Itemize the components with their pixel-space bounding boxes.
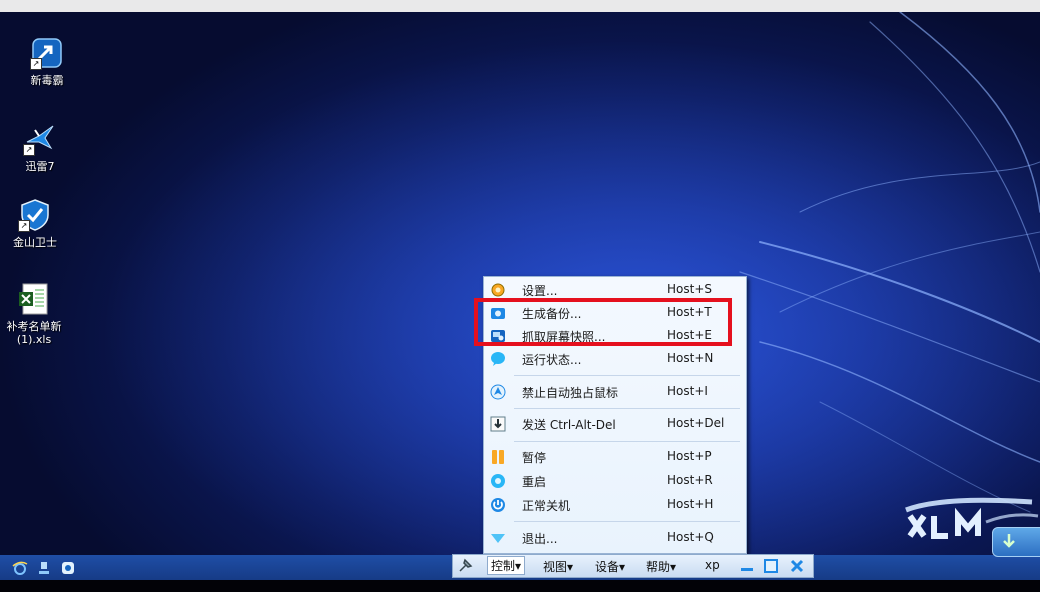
shield-arrow-icon: ↗: [30, 36, 64, 70]
menu-item-label: 设置...: [522, 284, 558, 298]
menu-separator: [514, 521, 740, 522]
menu-item-label: 禁止自动独占鼠标: [522, 386, 619, 400]
menu-item-label: 运行状态...: [522, 353, 582, 367]
pin-icon[interactable]: [457, 558, 473, 574]
menu-separator: [514, 375, 740, 376]
minimize-icon[interactable]: [739, 558, 755, 574]
shield-check-icon: ↗: [18, 198, 52, 232]
toolbar-menu-control[interactable]: 控制▾: [487, 556, 526, 575]
menu-item-exit[interactable]: 退出... Host+Q: [484, 527, 746, 549]
bird-icon: ↗: [23, 122, 57, 156]
desktop-icon-jinshan-guard[interactable]: ↗ 金山卫士: [0, 198, 70, 249]
menu-item-run-status[interactable]: 运行状态... Host+N: [484, 348, 746, 370]
desktop-icon-label: (1).xls: [16, 333, 52, 346]
keyboard-send-icon: [490, 416, 506, 432]
menu-item-disable-mouse-capture[interactable]: 禁止自动独占鼠标 Host+I: [484, 381, 746, 403]
pause-icon: [490, 449, 506, 465]
vm-toolbar: 控制▾ 视图▾ 设备▾ 帮助▾ xp: [452, 554, 814, 578]
menu-item-shortcut: Host+N: [667, 351, 714, 365]
exit-icon: [490, 530, 506, 546]
menu-item-label: 重启: [522, 475, 547, 489]
menu-separator: [514, 441, 740, 442]
desktop-icon-new-toxin[interactable]: ↗ 新毒霸: [12, 36, 82, 87]
bottom-bezel: [0, 580, 1040, 592]
download-arrow-icon: [1003, 534, 1015, 548]
toolbar-menu-view[interactable]: 视图▾: [543, 558, 573, 575]
ie-browser-icon[interactable]: [12, 560, 28, 576]
desktop-icon-xunlei[interactable]: ↗ 迅雷7: [5, 122, 75, 173]
menu-item-restart[interactable]: 重启 Host+R: [484, 470, 746, 492]
toolbar-menu-help[interactable]: 帮助▾: [646, 558, 676, 575]
desktop-icon-label: 金山卫士: [13, 236, 57, 249]
restart-icon: [490, 473, 506, 489]
menu-separator: [514, 408, 740, 409]
app-tray-icon[interactable]: [60, 560, 76, 576]
network-icon[interactable]: [36, 560, 52, 576]
screen: ↗ 新毒霸 ↗ 迅雷7 ↗ 金山卫士 补考名单新 (1).xls 设置... H…: [0, 0, 1040, 592]
info-bubble-icon: [490, 351, 506, 367]
menu-item-send-ctrl-alt-del[interactable]: 发送 Ctrl-Alt-Del Host+Del: [484, 413, 746, 435]
restore-window-icon[interactable]: [763, 558, 779, 574]
menu-item-shortcut: Host+P: [667, 449, 712, 463]
highlight-annotation-box: [474, 298, 732, 346]
excel-icon: [17, 282, 51, 316]
menu-item-label: 暂停: [522, 451, 547, 465]
menu-item-label: 退出...: [522, 532, 558, 546]
menu-item-label: 正常关机: [522, 499, 571, 513]
menu-item-pause[interactable]: 暂停 Host+P: [484, 446, 746, 468]
desktop-icon-label: 迅雷7: [25, 160, 55, 173]
menu-item-shortcut: Host+Q: [667, 530, 714, 544]
menu-item-label: 发送 Ctrl-Alt-Del: [522, 418, 616, 432]
menu-item-shortcut: Host+H: [667, 497, 714, 511]
menu-item-shutdown[interactable]: 正常关机 Host+H: [484, 494, 746, 516]
toolbar-menu-devices[interactable]: 设备▾: [595, 558, 625, 575]
close-icon[interactable]: [789, 558, 805, 574]
desktop-icon-label: 新毒霸: [30, 74, 64, 87]
menu-item-shortcut: Host+R: [667, 473, 713, 487]
power-icon: [490, 497, 506, 513]
desktop-icon-label: 补考名单新: [6, 320, 62, 333]
top-bezel: [0, 0, 1040, 12]
menu-item-shortcut: Host+I: [667, 384, 708, 398]
gear-icon: [490, 282, 506, 298]
desktop-icon-excel-file[interactable]: 补考名单新 (1).xls: [0, 282, 74, 346]
menu-item-shortcut: Host+Del: [667, 416, 725, 430]
toolbar-os-label: xp: [705, 558, 720, 572]
mouse-capture-icon: [490, 384, 506, 400]
download-widget[interactable]: [992, 527, 1040, 557]
menu-item-shortcut: Host+S: [667, 282, 712, 296]
